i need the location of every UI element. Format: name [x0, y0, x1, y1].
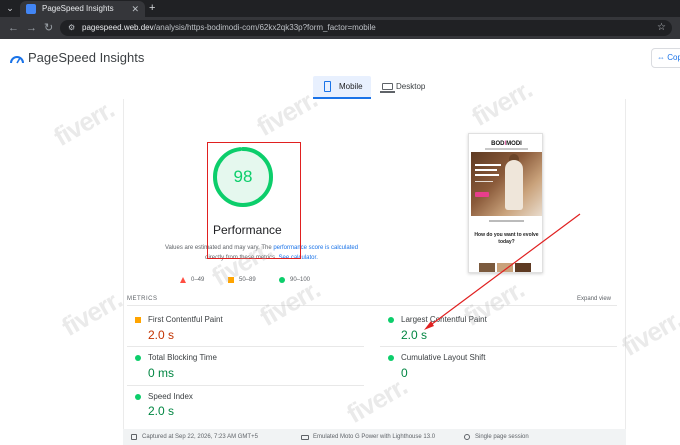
green-circle-icon [135, 355, 141, 361]
metric-name: Cumulative Layout Shift [401, 353, 486, 362]
metric-value: 0 ms [148, 366, 175, 380]
app-title: PageSpeed Insights [28, 50, 145, 65]
hero-figure [505, 160, 523, 210]
smartphone-icon [324, 81, 331, 92]
green-circle-icon [135, 394, 141, 400]
pagespeed-favicon-icon [26, 4, 36, 14]
preview-hero-image [471, 152, 542, 216]
red-triangle-icon [180, 277, 186, 283]
mobile-screenshot-preview: BODIMODI How do you want to evolve today… [468, 133, 543, 273]
brand-part-3: MODI [506, 141, 522, 147]
reload-icon[interactable]: ↻ [44, 21, 53, 35]
metric-value: 2.0 s [401, 328, 428, 342]
browser-tab-bar: ⌄ PageSpeed Insights ✕ + [0, 0, 680, 17]
metric-value: 2.0 s [148, 328, 175, 342]
copy-link-label: Cop [667, 53, 680, 62]
metric-value: 0 [401, 366, 408, 380]
emulated-device: Emulated Moto G Power with Lighthouse 13… [313, 434, 436, 440]
hero-text-line [475, 164, 501, 166]
bookmark-star-icon[interactable]: ☆ [657, 21, 666, 35]
green-circle-icon [279, 277, 285, 283]
preview-thumb [479, 263, 495, 272]
laptop-icon [382, 83, 393, 90]
metric-value: 2.0 s [148, 404, 175, 418]
watermark: fiverr. [56, 284, 127, 343]
tab-close-icon[interactable]: ✕ [131, 3, 139, 15]
back-icon[interactable]: ← [8, 21, 19, 35]
browser-toolbar: ← → ↻ ⚙ pagespeed.web.dev/analysis/https… [0, 17, 680, 39]
tab-search-icon[interactable]: ⌄ [2, 1, 18, 15]
site-info-icon[interactable]: ⚙ [68, 22, 75, 34]
copy-link-button[interactable]: ⇔ Cop [651, 48, 680, 68]
orange-square-icon [135, 317, 141, 323]
tab-desktop[interactable]: Desktop [378, 76, 438, 98]
hero-text-line [475, 174, 499, 176]
hero-text-line [475, 181, 493, 182]
watermark: fiverr. [616, 304, 680, 363]
green-circle-icon [388, 317, 394, 323]
expand-view-toggle[interactable]: Expand view [577, 295, 611, 303]
url-host: pagespeed.web.dev [82, 23, 154, 32]
session-icon [464, 434, 470, 440]
forward-icon[interactable]: → [26, 21, 37, 35]
url-path: /analysis/https-bodimodi-com/62kx2qk33p?… [153, 23, 376, 32]
metrics-heading: METRICS [127, 296, 158, 302]
metric-divider [380, 346, 617, 347]
brand-part-1: BOD [491, 141, 505, 147]
session-type: Single page session [475, 434, 529, 440]
metric-name: Speed Index [148, 392, 193, 401]
laptop-icon-base [380, 91, 395, 93]
metric-divider [127, 346, 364, 347]
url-text[interactable]: pagespeed.web.dev/analysis/https-bodimod… [82, 22, 376, 34]
new-tab-icon[interactable]: + [149, 1, 155, 15]
preview-tagline [485, 148, 528, 150]
device-icon [301, 435, 309, 440]
legend-range: 0–49 [191, 277, 205, 283]
metric-name: Total Blocking Time [148, 353, 217, 362]
address-bar[interactable]: ⚙ pagespeed.web.dev/analysis/https-bodim… [60, 20, 672, 36]
captured-at: Captured at Sep 22, 2026, 7:23 AM GMT+5 [142, 434, 258, 440]
metric-name: First Contentful Paint [148, 315, 223, 324]
browser-tab[interactable]: PageSpeed Insights ✕ [20, 1, 145, 17]
watermark: fiverr. [48, 94, 119, 153]
run-info-footer: Captured at Sep 22, 2026, 7:23 AM GMT+5 … [123, 429, 626, 445]
preview-thumb [515, 263, 531, 272]
preview-link [489, 220, 524, 222]
tab-mobile-label: Mobile [339, 82, 363, 91]
tab-desktop-label: Desktop [396, 82, 426, 91]
hero-text-line [475, 169, 497, 171]
preview-question: How do you want to evolve today? [474, 232, 539, 245]
hero-cta-button [475, 192, 489, 197]
link-icon: ⇔ [657, 53, 665, 62]
preview-thumb [497, 263, 513, 272]
pagespeed-logo-icon [10, 56, 24, 64]
preview-brand: BODIMODI [469, 140, 542, 148]
calendar-icon [131, 434, 137, 440]
tab-title: PageSpeed Insights [42, 4, 114, 13]
green-circle-icon [388, 355, 394, 361]
tab-mobile[interactable]: Mobile [313, 76, 371, 99]
metrics-divider [127, 305, 617, 306]
metric-divider [127, 385, 364, 386]
